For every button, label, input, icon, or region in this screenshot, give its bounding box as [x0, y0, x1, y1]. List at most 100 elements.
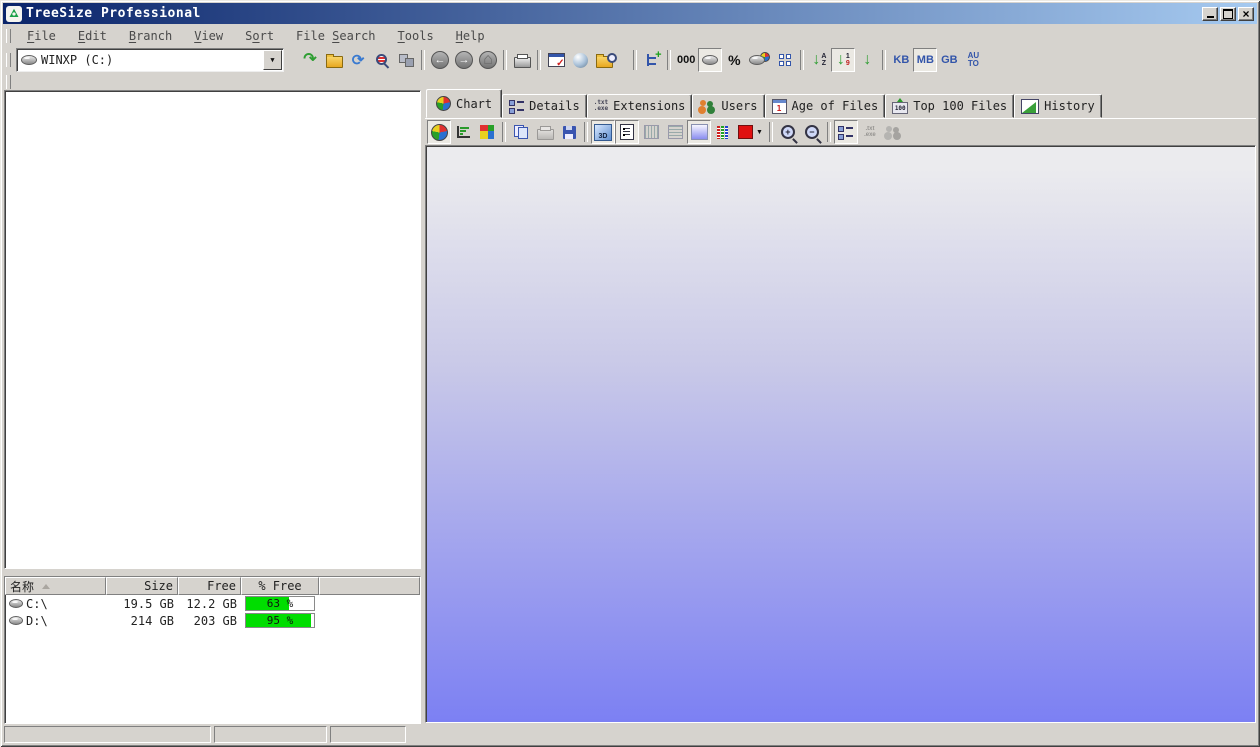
- window-controls: ×: [1202, 7, 1254, 21]
- menu-file-search[interactable]: File Search: [285, 27, 386, 45]
- menu-help[interactable]: Help: [445, 27, 496, 45]
- chart-legend-button[interactable]: [834, 120, 858, 144]
- menu-sort[interactable]: Sort: [234, 27, 285, 45]
- search-drives-button[interactable]: [370, 48, 394, 72]
- unit-kb-button[interactable]: KB: [889, 48, 913, 72]
- folder-search-icon: [596, 56, 613, 68]
- chart-labels-button[interactable]: [615, 120, 639, 144]
- show-percent-button[interactable]: %: [722, 48, 746, 72]
- close-icon: ×: [1242, 9, 1249, 19]
- printer-icon: [537, 129, 554, 140]
- rebar-gripper[interactable]: [6, 75, 11, 89]
- tab-history[interactable]: History: [1014, 94, 1102, 118]
- zoom-out-button[interactable]: −: [800, 120, 824, 144]
- drive-icon: [9, 599, 23, 608]
- chart-copy-button[interactable]: [509, 120, 533, 144]
- wizard-button[interactable]: [568, 48, 592, 72]
- show-occupied-button[interactable]: [773, 48, 797, 72]
- menu-file[interactable]: File: [16, 27, 67, 45]
- menu-edit[interactable]: Edit: [67, 27, 118, 45]
- tab-details[interactable]: Details: [502, 94, 587, 118]
- menu-view[interactable]: View: [183, 27, 234, 45]
- menubar-gripper[interactable]: [6, 29, 11, 43]
- chart-toolbar: 3D ▼ + − .txt.exe: [425, 118, 1256, 145]
- path-combo[interactable]: WINXP (C:) ▼: [16, 48, 284, 72]
- combo-dropdown-button[interactable]: ▼: [263, 50, 282, 70]
- bar-chart-icon: [457, 126, 470, 138]
- drive-list-header: 名称 Size Free % Free: [5, 577, 420, 595]
- home-button[interactable]: ⌂: [476, 48, 500, 72]
- legend-document-icon: [620, 124, 634, 140]
- zeros-icon: 000: [677, 54, 695, 66]
- column-header-free[interactable]: Free: [178, 577, 241, 595]
- chart-vertical-grid-button[interactable]: [639, 120, 663, 144]
- chart-color-picker-button[interactable]: ▼: [735, 120, 766, 144]
- unit-mb-button[interactable]: MB: [913, 48, 937, 72]
- toolbar-gripper[interactable]: [6, 53, 11, 67]
- minimize-button[interactable]: [1202, 7, 1218, 21]
- options-button[interactable]: [544, 48, 568, 72]
- chart-save-button[interactable]: [557, 120, 581, 144]
- show-decimals-button[interactable]: 000: [674, 48, 698, 72]
- column-header-name[interactable]: 名称: [5, 577, 106, 595]
- expand-tree-button[interactable]: +: [640, 48, 664, 72]
- blocks-icon: [779, 54, 792, 67]
- horizontal-splitter[interactable]: [4, 568, 419, 576]
- chart-gradient-button[interactable]: [687, 120, 711, 144]
- menu-tools[interactable]: Tools: [387, 27, 445, 45]
- scan-button[interactable]: ↷: [298, 48, 322, 72]
- path-combo-value: WINXP (C:): [41, 53, 259, 67]
- back-button[interactable]: ←: [428, 48, 452, 72]
- directory-tree[interactable]: [4, 90, 421, 569]
- refresh-button[interactable]: ⟳: [346, 48, 370, 72]
- forward-icon: →: [455, 51, 473, 69]
- refresh-icon: ⟳: [352, 53, 365, 68]
- show-size-button[interactable]: [698, 48, 722, 72]
- unit-auto-button[interactable]: AUTO: [961, 48, 985, 72]
- chart-horizontal-grid-button[interactable]: [663, 120, 687, 144]
- drive-row-c[interactable]: C:\ 19.5 GB 12.2 GB 63 %: [5, 595, 420, 612]
- print-button[interactable]: [510, 48, 534, 72]
- unit-gb-button[interactable]: GB: [937, 48, 961, 72]
- chart-pie-button[interactable]: [427, 120, 451, 144]
- status-panel-3: [330, 726, 406, 743]
- gradient-background-icon: [691, 124, 708, 140]
- search-icon: [375, 53, 390, 68]
- window-title: TreeSize Professional: [26, 6, 201, 21]
- show-allocated-button[interactable]: [746, 48, 773, 72]
- chart-3d-button[interactable]: 3D: [591, 120, 615, 144]
- open-directory-button[interactable]: [322, 48, 346, 72]
- chart-canvas[interactable]: [425, 145, 1256, 723]
- legend-list-icon: [838, 126, 853, 139]
- chart-bar-button[interactable]: [451, 120, 475, 144]
- tab-top-100-files[interactable]: 100Top 100 Files: [885, 94, 1014, 118]
- column-header-size[interactable]: Size: [106, 577, 178, 595]
- export-button[interactable]: [394, 48, 418, 72]
- chart-multicolor-button[interactable]: [711, 120, 735, 144]
- tab-chart[interactable]: Chart: [426, 89, 502, 118]
- tab-users[interactable]: Users: [692, 94, 764, 118]
- extensions-icon: .txt.exe: [864, 126, 876, 138]
- drive-row-d[interactable]: D:\ 214 GB 203 GB 95 %: [5, 612, 420, 629]
- menu-branch[interactable]: Branch: [118, 27, 183, 45]
- maximize-button[interactable]: [1220, 7, 1236, 21]
- sort-alphabetical-button[interactable]: ↓AZ: [807, 48, 831, 72]
- pie-chart-icon: [436, 96, 451, 111]
- maximize-icon: [1223, 9, 1233, 19]
- horizontal-grid-icon: [668, 125, 683, 139]
- file-search-button[interactable]: [592, 48, 616, 72]
- tab-extensions[interactable]: .txt.exeExtensions: [587, 94, 693, 118]
- free-space-bar: 63 %: [245, 596, 315, 611]
- zoom-in-button[interactable]: +: [776, 120, 800, 144]
- sort-descending-button[interactable]: ↓: [855, 48, 879, 72]
- drive-list: 名称 Size Free % Free C:\ 19.5 GB 12.2 GB …: [4, 576, 421, 724]
- chart-treemap-button[interactable]: [475, 120, 499, 144]
- sort-by-size-button[interactable]: ↓19: [831, 48, 855, 72]
- expand-tree-icon: +: [645, 53, 660, 68]
- column-header-pct-free[interactable]: % Free: [241, 577, 319, 595]
- tab-age-of-files[interactable]: 1Age of Files: [765, 94, 886, 118]
- forward-button[interactable]: →: [452, 48, 476, 72]
- close-button[interactable]: ×: [1238, 7, 1254, 21]
- allocated-disk-icon: [749, 55, 765, 65]
- save-floppy-icon: [563, 126, 576, 139]
